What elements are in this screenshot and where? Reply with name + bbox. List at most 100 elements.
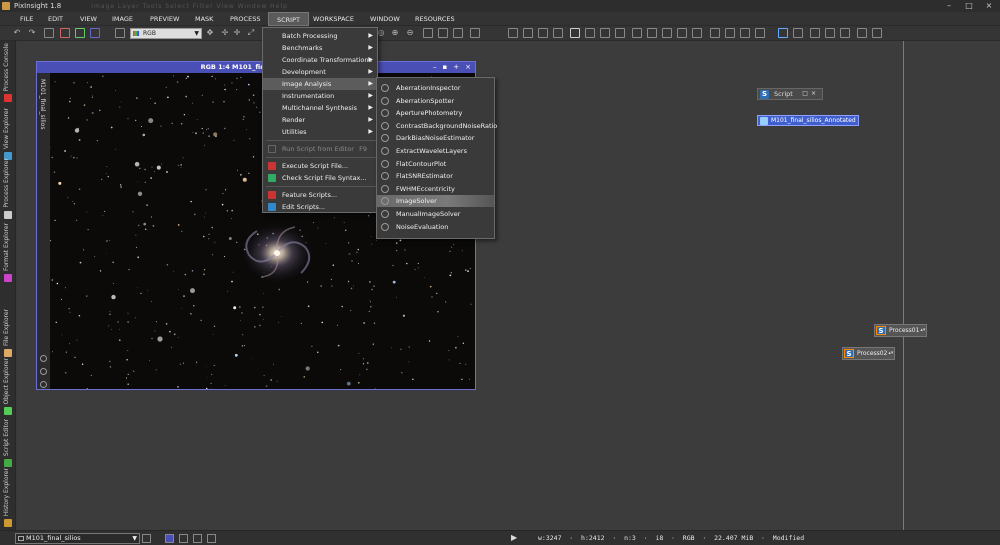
display-lum-icon[interactable]: [647, 28, 657, 38]
shade-icon[interactable]: –: [433, 62, 437, 73]
menu-workspace[interactable]: WORKSPACE: [305, 12, 362, 26]
iconize-icon[interactable]: ▪: [443, 62, 448, 73]
mask-color-icon[interactable]: [755, 28, 765, 38]
menu-resources[interactable]: RESOURCES: [407, 12, 463, 26]
annotated-image-icon[interactable]: M101_final_silios_Annotated: [757, 115, 859, 126]
submenu-item-fwhmeccentricity[interactable]: FWHMEccentricity: [377, 183, 494, 195]
preview-icon[interactable]: [470, 28, 480, 38]
menu-edit[interactable]: EDIT: [40, 12, 71, 26]
readout-icon[interactable]: [570, 28, 580, 38]
script-menu-item-development[interactable]: Development ▶: [263, 66, 377, 78]
undo-icon[interactable]: ↶: [12, 28, 22, 38]
display-green-icon[interactable]: [677, 28, 687, 38]
menu-preview[interactable]: PREVIEW: [142, 12, 187, 26]
submenu-item-aperturephotometry[interactable]: AperturePhotometry: [377, 107, 494, 119]
minimize-icon[interactable]: –: [942, 1, 956, 10]
zoom-1to1-icon[interactable]: [438, 28, 448, 38]
stf-reset-icon[interactable]: [538, 28, 548, 38]
view-options-icon[interactable]: [142, 534, 151, 543]
menu-window[interactable]: WINDOW: [362, 12, 408, 26]
script-window-controls[interactable]: □×: [802, 89, 819, 99]
submenu-item-aberrationspotter[interactable]: AberrationSpotter: [377, 95, 494, 107]
script-window-icon[interactable]: S Script □×: [757, 88, 823, 100]
monitor-2-icon[interactable]: [793, 28, 803, 38]
display-red-icon[interactable]: [662, 28, 672, 38]
mask-show-icon[interactable]: [710, 28, 720, 38]
menu-script[interactable]: SCRIPT: [268, 11, 309, 26]
lock-icon[interactable]: [40, 355, 47, 362]
sidebar-tab-process-explorer[interactable]: Process Explorer: [0, 158, 16, 222]
stf-link-icon[interactable]: [523, 28, 533, 38]
submenu-item-darkbiasnoiseestimator[interactable]: DarkBiasNoiseEstimator: [377, 132, 494, 144]
script-menu-item-check-script-file-syntax[interactable]: Check Script File Syntax...: [263, 172, 377, 184]
mask-enable-icon[interactable]: [740, 28, 750, 38]
display-channel-icon[interactable]: [632, 28, 642, 38]
script-menu-item-benchmarks[interactable]: Benchmarks ▶: [263, 42, 377, 54]
move-icon[interactable]: ✥: [205, 28, 215, 38]
maximize-icon[interactable]: +: [453, 62, 459, 73]
menu-file[interactable]: FILE: [12, 12, 41, 26]
grid-icon[interactable]: [615, 28, 625, 38]
submenu-item-noiseevaluation[interactable]: NoiseEvaluation: [377, 221, 494, 233]
gear-icon[interactable]: [40, 368, 47, 375]
close-icon[interactable]: ×: [982, 1, 996, 10]
mask-mode-icon[interactable]: [193, 534, 202, 543]
sidebar-tab-object-explorer[interactable]: Object Explorer: [0, 358, 16, 418]
image-mode-icon[interactable]: [165, 534, 174, 543]
script-menu-item-batch-processing[interactable]: Batch Processing ▶: [263, 30, 377, 42]
sidebar-tab-file-explorer[interactable]: File Explorer: [0, 285, 16, 360]
submenu-item-imagesolver[interactable]: ImageSolver: [377, 195, 494, 208]
sidebar-tab-script-editor[interactable]: Script Editor: [0, 418, 16, 470]
view-selector[interactable]: M101_final_silios ▼: [15, 533, 140, 544]
script-menu-item-feature-scripts[interactable]: Feature Scripts...: [263, 189, 377, 201]
pan-icon[interactable]: ✢: [220, 28, 230, 38]
submenu-item-aberrationinspector[interactable]: AberrationInspector: [377, 82, 494, 94]
monitor-6-icon[interactable]: [857, 28, 867, 38]
mask-green-icon[interactable]: [75, 28, 85, 38]
zoom-window-icon[interactable]: [453, 28, 463, 38]
script-menu-item-coordinate-transformations[interactable]: Coordinate Transformations ▶: [263, 54, 377, 66]
readout-options-icon[interactable]: [585, 28, 595, 38]
image-window-title[interactable]: RGB 1:4 M101_final_silios | M1: [37, 62, 475, 73]
submenu-item-flatsnrestimator[interactable]: FlatSNREstimator: [377, 170, 494, 182]
submenu-item-manualimagesolver[interactable]: ManualImageSolver: [377, 208, 494, 220]
fit-icon[interactable]: ✛: [232, 28, 242, 38]
process-icon-process01[interactable]: S Process01 ▴▾: [874, 324, 928, 337]
redo-icon[interactable]: ↷: [27, 28, 37, 38]
zoom-out-icon[interactable]: ⊖: [405, 28, 415, 38]
link-mode-icon[interactable]: [207, 534, 216, 543]
script-menu-item-utilities[interactable]: Utilities ▶: [263, 126, 377, 138]
submenu-item-flatcontourplot[interactable]: FlatContourPlot: [377, 158, 494, 170]
process-icon-process02[interactable]: S Process02 ▴▾: [842, 347, 896, 360]
script-menu-item-render[interactable]: Render ▶: [263, 114, 377, 126]
menu-process[interactable]: PROCESS: [222, 12, 268, 26]
measure-icon[interactable]: [600, 28, 610, 38]
sidebar-tab-process-console[interactable]: Process Console: [0, 41, 16, 105]
channel-icon[interactable]: [115, 28, 125, 38]
close-icon[interactable]: ×: [465, 62, 471, 73]
sidebar-tab-history-explorer[interactable]: History Explorer: [0, 468, 16, 530]
script-menu-item-edit-scripts[interactable]: Edit Scripts...: [263, 201, 377, 213]
menu-view[interactable]: VIEW: [72, 12, 105, 26]
menu-mask[interactable]: MASK: [187, 12, 221, 26]
maximize-icon[interactable]: □: [962, 1, 976, 10]
submenu-item-contrastbackgroundnoiseratio[interactable]: ContrastBackgroundNoiseRatio: [377, 120, 497, 132]
stf-icon[interactable]: [508, 28, 518, 38]
monitor-3-icon[interactable]: [810, 28, 820, 38]
script-menu-item-image-analysis[interactable]: Image Analysis ▶: [263, 78, 377, 90]
play-icon[interactable]: ▶: [511, 533, 517, 542]
mask-red-icon[interactable]: [60, 28, 70, 38]
mask-invert-icon[interactable]: [725, 28, 735, 38]
zoom-in-icon[interactable]: ⊕: [390, 28, 400, 38]
expand-icon[interactable]: ⤢: [246, 28, 256, 38]
display-blue-icon[interactable]: [692, 28, 702, 38]
sidebar-tab-view-explorer[interactable]: View Explorer: [0, 105, 16, 163]
zoom-fit-icon[interactable]: [423, 28, 433, 38]
monitor-7-icon[interactable]: [872, 28, 882, 38]
preview-mode-icon[interactable]: [179, 534, 188, 543]
view-identifier-tab[interactable]: M101_final_silios: [39, 79, 46, 129]
stf-auto-icon[interactable]: [553, 28, 563, 38]
monitor-icon[interactable]: [778, 28, 788, 38]
link-icon[interactable]: [40, 381, 47, 388]
script-menu-item-execute-script-file[interactable]: Execute Script File...: [263, 160, 377, 172]
